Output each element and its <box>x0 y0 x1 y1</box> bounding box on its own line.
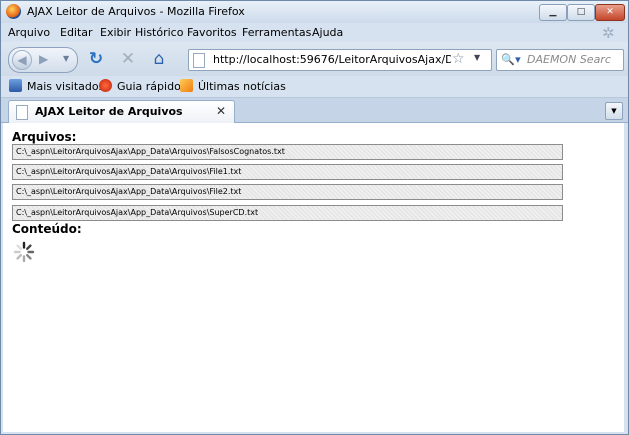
reload-icon[interactable]: ↻ <box>86 49 106 69</box>
navigation-toolbar: ◀ ▶ ▼ ↻ ✕ ⌂ http://localhost:59676/Leito… <box>1 42 628 76</box>
firefox-help-icon <box>99 79 112 92</box>
home-icon[interactable]: ⌂ <box>149 49 169 69</box>
bookmark-star-icon[interactable]: ☆ <box>452 51 465 67</box>
search-input[interactable]: DAEMON Searc <box>527 53 621 66</box>
bookmark-mais-visitados[interactable]: Mais visitados <box>9 79 104 93</box>
menu-exibir[interactable]: Exibir <box>100 26 131 39</box>
file-item-file2[interactable]: C:\_aspn\LeitorArquivosAjax\App_Data\Arq… <box>12 184 563 200</box>
tab-ajax-leitor[interactable]: AJAX Leitor de Arquivos ✕ <box>8 100 235 123</box>
page-icon <box>16 105 28 120</box>
menu-arquivo[interactable]: Arquivo <box>8 26 50 39</box>
most-visited-icon <box>9 79 22 92</box>
url-bar[interactable]: http://localhost:59676/LeitorArquivosAja… <box>188 49 492 71</box>
file-item-file1[interactable]: C:\_aspn\LeitorArquivosAjax\App_Data\Arq… <box>12 164 563 180</box>
page-content: Arquivos: C:\_aspn\LeitorArquivosAjax\Ap… <box>3 123 624 432</box>
content-heading: Conteúdo: <box>12 222 82 236</box>
bookmark-ultimas-noticias[interactable]: Últimas notícias <box>180 79 286 93</box>
back-arrow-icon[interactable]: ◀ <box>12 50 32 70</box>
title-bar: AJAX Leitor de Arquivos - Mozilla Firefo… <box>1 1 628 24</box>
loading-spinner-icon <box>13 241 35 263</box>
forward-arrow-icon[interactable]: ▶ <box>39 50 48 68</box>
window-title: AJAX Leitor de Arquivos - Mozilla Firefo… <box>27 5 245 18</box>
files-heading: Arquivos: <box>12 130 77 144</box>
minimize-button[interactable]: ▁ <box>539 4 567 21</box>
search-bar[interactable]: 🔍▾ DAEMON Searc <box>496 49 624 71</box>
search-engine-icon[interactable]: 🔍▾ <box>499 52 523 67</box>
tab-strip: AJAX Leitor de Arquivos ✕ ▼ <box>1 98 628 123</box>
menu-editar[interactable]: Editar <box>60 26 93 39</box>
page-icon <box>193 53 205 68</box>
menu-historico[interactable]: Histórico <box>135 26 183 39</box>
menu-favoritos[interactable]: Favoritos <box>187 26 237 39</box>
menu-ajuda[interactable]: Ajuda <box>312 26 343 39</box>
maximize-button[interactable]: □ <box>567 4 595 21</box>
history-dropdown-icon[interactable]: ▼ <box>63 50 69 68</box>
menu-bar: Arquivo Editar Exibir Histórico Favorito… <box>1 23 628 42</box>
menu-ferramentas[interactable]: Ferramentas <box>242 26 311 39</box>
url-dropdown-icon[interactable]: ▼ <box>474 53 480 62</box>
file-item-falsos-cognatos[interactable]: C:\_aspn\LeitorArquivosAjax\App_Data\Arq… <box>12 144 563 160</box>
url-text[interactable]: http://localhost:59676/LeitorArquivosAja… <box>213 53 451 66</box>
bookmark-guia-rapido[interactable]: Guia rápido <box>99 79 181 93</box>
firefox-logo-icon <box>6 4 21 19</box>
list-all-tabs-icon[interactable]: ▼ <box>605 102 623 120</box>
browser-window: AJAX Leitor de Arquivos - Mozilla Firefo… <box>0 0 629 435</box>
tab-close-icon[interactable]: ✕ <box>216 104 226 118</box>
bookmarks-toolbar: Mais visitados Guia rápido Últimas notíc… <box>1 76 628 98</box>
throbber-icon: ✲ <box>602 24 615 42</box>
tab-label: AJAX Leitor de Arquivos <box>35 105 183 118</box>
rss-feed-icon <box>180 79 193 92</box>
back-forward-group: ◀ ▶ ▼ <box>8 47 78 73</box>
file-item-supercd[interactable]: C:\_aspn\LeitorArquivosAjax\App_Data\Arq… <box>12 205 563 221</box>
close-button[interactable]: ✕ <box>595 4 625 21</box>
stop-icon[interactable]: ✕ <box>118 49 138 69</box>
